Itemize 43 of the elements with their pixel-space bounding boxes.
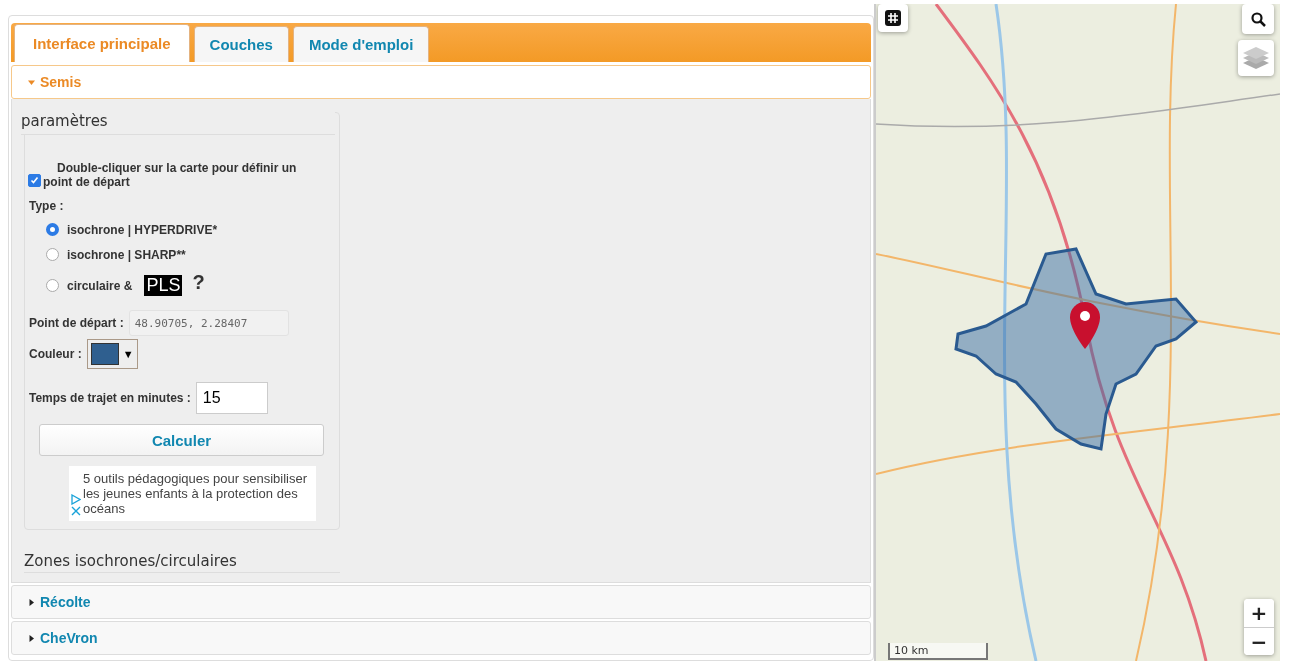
tab[interactable]: Mode d'emploi bbox=[292, 26, 430, 62]
tab[interactable]: Couches bbox=[193, 26, 289, 62]
caret-icon bbox=[28, 598, 35, 606]
search-button[interactable] bbox=[1242, 4, 1274, 34]
checkbox-label: Double-cliquer sur la carte pour définir un point de départ bbox=[43, 161, 298, 189]
caret-icon bbox=[28, 78, 35, 86]
field-label: Temps de trajet en minutes : bbox=[29, 391, 191, 405]
help-link[interactable]: ? bbox=[192, 271, 205, 294]
radio-button[interactable] bbox=[46, 248, 59, 261]
search-icon bbox=[1250, 11, 1266, 27]
radio-button[interactable] bbox=[46, 223, 59, 236]
zoom-in-button[interactable]: + bbox=[1244, 599, 1274, 627]
color-picker[interactable]: ▼ bbox=[86, 339, 138, 369]
layers-icon bbox=[1242, 45, 1270, 71]
ad-text: 5 outils pédagogiques pour sensibiliser les jeunes enfants à la protection des océans bbox=[83, 471, 308, 516]
field-label: Couleur : bbox=[29, 347, 82, 361]
logo-badge: PLS bbox=[144, 275, 183, 296]
radio-label: isochrone | SHARP** bbox=[67, 247, 186, 262]
section-header[interactable]: CheVron bbox=[11, 621, 871, 655]
map-marker-icon[interactable] bbox=[1070, 302, 1100, 349]
input-field[interactable]: 15 bbox=[195, 382, 268, 414]
radio-button[interactable] bbox=[46, 279, 59, 292]
caret-icon bbox=[28, 634, 35, 642]
fieldset-legend: Zones isochrones/circulaires bbox=[24, 552, 340, 573]
ad-banner[interactable]: 5 outils pédagogiques pour sensibiliser les jeunes enfants à la protection des océans bbox=[69, 466, 316, 521]
grid-icon bbox=[885, 10, 901, 26]
checkbox[interactable] bbox=[28, 174, 41, 187]
grid-button[interactable] bbox=[878, 4, 908, 32]
field-label: Point de départ : bbox=[29, 316, 124, 330]
play-icon bbox=[71, 494, 81, 505]
zoom-out-button[interactable]: − bbox=[1244, 627, 1274, 655]
radio-label: isochrone | HYPERDRIVE* bbox=[67, 222, 218, 237]
caret-icon: ▼ bbox=[122, 348, 134, 360]
layers-button[interactable] bbox=[1238, 40, 1274, 76]
scale-bar: 10 km bbox=[888, 643, 988, 660]
check-icon bbox=[30, 176, 39, 185]
fieldset-legend: paramètres bbox=[21, 112, 335, 135]
section-header[interactable]: Récolte bbox=[11, 585, 871, 619]
calculate-button[interactable]: Calculer bbox=[39, 424, 324, 456]
radio-label: circulaire & bbox=[67, 278, 133, 293]
type-label: Type : bbox=[29, 199, 65, 213]
close-icon[interactable] bbox=[71, 506, 81, 516]
input-field[interactable]: 48.90705, 2.28407 bbox=[128, 310, 289, 336]
